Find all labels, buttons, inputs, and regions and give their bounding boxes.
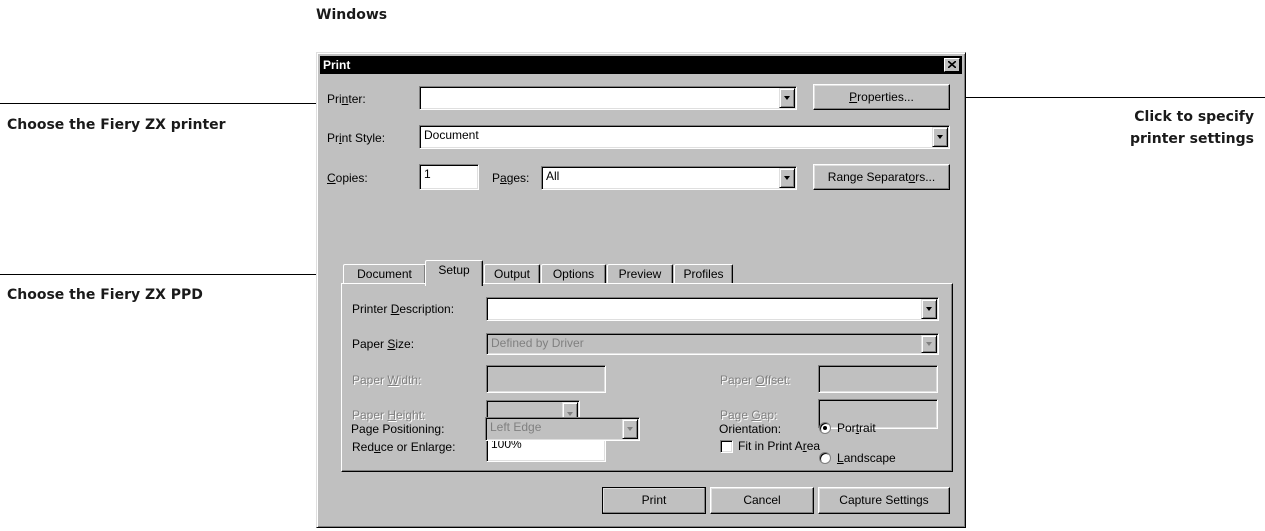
radio-selected-dot [823, 426, 827, 430]
chevron-down-icon[interactable] [932, 127, 948, 147]
close-icon [948, 61, 956, 68]
pages-select[interactable]: All [541, 166, 797, 190]
page-gap-input [818, 399, 938, 429]
fit-print-area-label[interactable]: Fit in Print Area [738, 439, 820, 453]
tab-document[interactable]: Document [343, 264, 426, 284]
copies-input[interactable]: 1 [419, 164, 479, 190]
paper-offset-input [818, 365, 938, 393]
reduce-enlarge-label: Reduce or Enlarge: [352, 440, 456, 454]
printer-callout: Choose the Fiery ZX printer [7, 117, 226, 133]
print-dialog: Print Printer: Properties... Print Style… [316, 52, 966, 528]
portrait-label[interactable]: Portrait [837, 421, 876, 435]
orientation-label: Orientation: [719, 422, 782, 436]
pages-value: All [541, 166, 797, 190]
paper-height-label: Paper Height: [352, 408, 426, 422]
page-positioning-select: Left Edge [485, 417, 640, 441]
printer-label: Printer: [327, 92, 366, 106]
chevron-down-icon [622, 419, 638, 439]
fit-print-area-checkbox[interactable] [720, 440, 733, 453]
paper-size-value: Defined by Driver [486, 333, 939, 355]
chevron-down-icon [921, 335, 937, 353]
title-bar[interactable]: Print [320, 56, 962, 74]
print-style-value: Document [419, 125, 950, 149]
page-positioning-label: Page Positioning: [351, 422, 445, 436]
cancel-button[interactable]: Cancel [710, 487, 814, 514]
page-gap-label: Page Gap: [720, 408, 778, 422]
paper-width-label: Paper Width: [352, 373, 422, 387]
print-style-select[interactable]: Document [419, 125, 950, 149]
landscape-label[interactable]: Landscape [837, 451, 896, 465]
section-heading: Windows [316, 7, 388, 23]
paper-width-input [486, 365, 606, 393]
page-positioning-value: Left Edge [485, 417, 640, 441]
ppd-callout: Choose the Fiery ZX PPD [7, 287, 203, 303]
printer-leader-line [0, 103, 345, 104]
tab-options[interactable]: Options [541, 264, 606, 284]
printer-description-label: Printer Description: [352, 302, 455, 316]
range-separators-button[interactable]: Range Separators... [813, 164, 950, 190]
dialog-title: Print [323, 58, 351, 72]
properties-callout-line2: printer settings [1130, 131, 1254, 147]
print-button[interactable]: Print [602, 487, 706, 514]
tab-setup[interactable]: Setup [425, 260, 483, 286]
chevron-down-icon[interactable] [921, 299, 937, 319]
paper-size-label: Paper Size: [352, 337, 415, 351]
print-style-label: Print Style: [327, 131, 386, 145]
chevron-down-icon[interactable] [779, 168, 795, 188]
chevron-down-icon[interactable] [779, 88, 795, 108]
paper-size-select: Defined by Driver [486, 333, 939, 355]
printer-select[interactable] [419, 86, 797, 110]
setup-panel: Printer Description: Paper Size: Defined… [341, 283, 953, 472]
properties-button[interactable]: Properties... [813, 84, 950, 110]
printer-select-value [419, 86, 797, 110]
tab-profiles[interactable]: Profiles [674, 264, 733, 284]
portrait-radio[interactable] [819, 422, 831, 434]
printer-description-value [486, 297, 939, 321]
capture-settings-button[interactable]: Capture Settings [818, 487, 950, 514]
landscape-radio[interactable] [819, 452, 831, 464]
tab-output[interactable]: Output [484, 264, 540, 284]
printer-description-select[interactable] [486, 297, 939, 321]
tab-preview[interactable]: Preview [607, 264, 673, 284]
copies-label: Copies: [327, 171, 368, 185]
pages-label: Pages: [492, 171, 530, 185]
properties-callout: Click to specify printer settings [1104, 106, 1254, 150]
close-button[interactable] [944, 58, 960, 72]
paper-offset-label: Paper Offset: [720, 373, 791, 387]
properties-callout-line1: Click to specify [1134, 109, 1254, 125]
